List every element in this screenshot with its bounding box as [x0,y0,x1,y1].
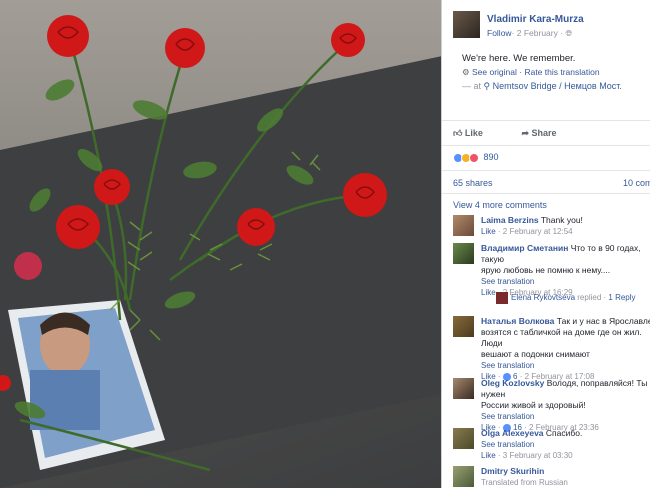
like-label: Like [464,128,483,138]
location-row: — at ⚲ Nemtsov Bridge / Немцов Мост. [462,81,622,92]
love-reaction-icon [469,152,479,163]
commenter-avatar[interactable] [453,428,474,449]
post-text: We're here. We remember. [462,53,576,64]
shares-row: 65 shares 10 com [453,178,650,188]
commenter-avatar[interactable] [453,466,474,487]
see-translation-link[interactable]: See translation [481,276,650,287]
comment-text: Так и у нас в Ярославле [556,316,650,326]
comment-author[interactable]: Владимир Сметанин [481,243,568,253]
share-button[interactable]: ➦ Share [521,128,574,138]
post-header: Vladimir Kara-Murza Follow· 2 February ·… [453,11,643,41]
post-photo[interactable] [0,0,441,488]
follow-link[interactable]: Follow [487,28,512,38]
comment-text-line: вешают а подонки снимают [481,349,590,359]
reactions-summary[interactable]: 890 [453,152,499,164]
comment-like[interactable]: Like [481,227,496,236]
author-avatar[interactable] [453,11,480,38]
like-button[interactable]: 👍︎ Like [453,128,501,138]
divider [442,145,650,146]
author-name[interactable]: Vladimir Kara-Murza [487,14,584,25]
roses-illustration [0,15,387,472]
reply-avatar [496,292,508,304]
shares-count[interactable]: 65 shares [453,178,493,188]
comment-author[interactable]: Laima Berzins [481,215,539,225]
divider [442,170,650,171]
reply-action: replied · [577,293,607,303]
comment-like[interactable]: Like [481,451,496,460]
divider [442,193,650,194]
comment-author[interactable]: Oleg Kozlovsky [481,378,544,388]
see-translation-link[interactable]: See translation [481,360,650,371]
comments-count[interactable]: 10 com [623,178,650,188]
location-link[interactable]: Nemtsov Bridge / Немцов Мост. [493,81,622,91]
portrait-photo [8,300,165,470]
at-prefix: — at [462,81,482,91]
reply-summary[interactable]: Elena Rykovtseva replied · 1 Reply [496,292,636,304]
comment-like[interactable]: Like [481,288,496,297]
see-translation-link[interactable]: See translation [481,411,650,422]
rate-translation-link[interactable]: · Rate this translation [519,67,599,77]
comment-text: Спасибо. [545,428,583,438]
post-actions: 👍︎ Like ➦ Share [453,128,593,139]
comment-time[interactable]: · 2 February at 12:54 [498,227,573,236]
comment-text-line: России живой и здоровый! [481,400,586,410]
gear-icon[interactable]: ⚙ [462,67,470,77]
comment-text: Thank you! [540,215,583,225]
globe-icon: 🌐︎ [565,28,573,38]
commenter-avatar[interactable] [453,243,474,264]
reaction-count: 890 [483,152,499,162]
share-label: Share [531,128,557,138]
reply-count[interactable]: 1 Reply [608,293,635,302]
reply-author[interactable]: Elena Rykovtseva [511,293,575,302]
commenter-avatar[interactable] [453,316,474,337]
location-pin-icon: ⚲ [483,81,491,91]
post-date[interactable]: · 2 February · [512,28,566,38]
comment-author[interactable]: Наталья Волкова [481,316,554,326]
translated-note: Translated from Russian [481,478,568,487]
comment-author[interactable]: Dmitry Skurihin [481,466,544,476]
comment-time[interactable]: · 3 February at 03:30 [498,451,573,460]
see-translation-link[interactable]: See translation [481,439,650,450]
translation-row: ⚙ See original · Rate this translation [462,67,600,78]
commenter-avatar[interactable] [453,215,474,236]
comment-text-line: возятся с табличкой на доме где он жил. … [481,327,642,348]
divider [442,120,650,121]
view-more-comments[interactable]: View 4 more comments [453,200,547,210]
see-original-link[interactable]: See original [472,67,517,77]
comment-author[interactable]: Olga Alexeyeva [481,428,544,438]
comment-text-line: ярую любовь не помню к нему.... [481,265,611,275]
post-sidebar: Vladimir Kara-Murza Follow· 2 February ·… [441,0,650,488]
commenter-avatar[interactable] [453,378,474,399]
post-subline: Follow· 2 February · 🌐︎ [487,28,572,39]
